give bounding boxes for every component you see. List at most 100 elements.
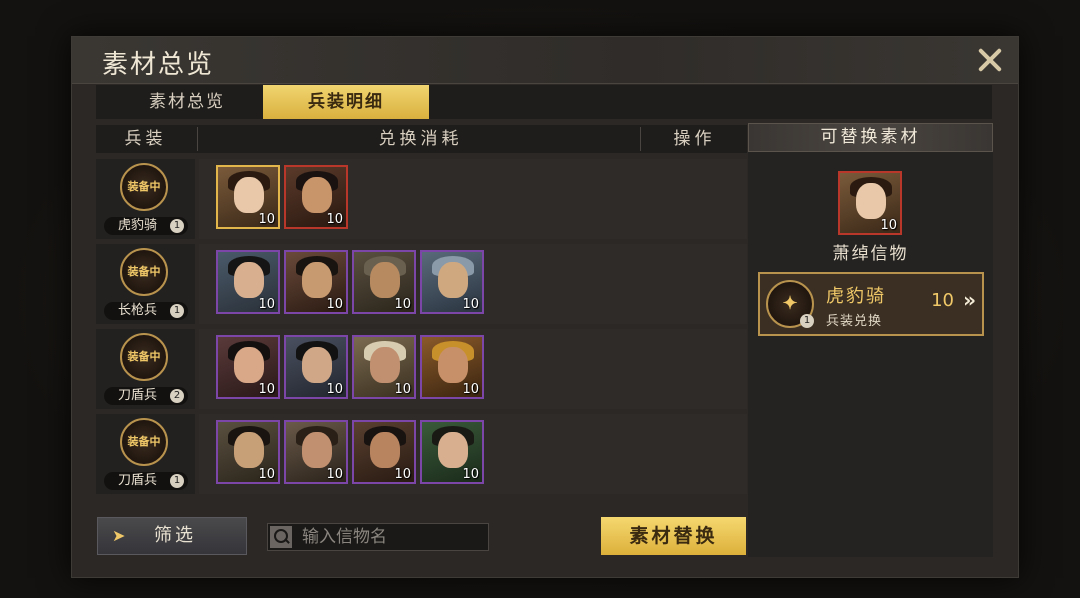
search-icon[interactable] [270,526,292,548]
portrait-face [856,183,886,219]
search-input[interactable] [302,524,482,550]
general-portrait[interactable]: 10 [284,335,348,399]
portrait-level: 10 [462,382,479,397]
equipment-name-badge: 刀盾兵 1 [104,472,188,490]
general-portrait[interactable]: 10 [284,250,348,314]
tab-equipment-detail[interactable]: 兵装明细 [263,85,429,119]
equipment-name-badge: 虎豹骑 1 [104,217,188,235]
portrait-face [370,262,400,298]
portrait-face [438,262,468,298]
equipped-label: 装备中 [127,180,161,193]
title-bar: 素材总览 [72,37,1018,84]
filter-label: 筛选 [154,525,196,546]
cost-cell: 10 10 重铸 [199,159,831,239]
tab-material-overview[interactable]: 素材总览 [104,85,270,119]
cost-cell: 10 10 10 10 重铸 [199,244,831,324]
general-portrait[interactable]: 10 [284,165,348,229]
general-portrait[interactable]: 10 [420,335,484,399]
portrait-face [302,432,332,468]
portrait-level: 10 [462,297,479,312]
portrait-level: 10 [394,297,411,312]
general-portrait[interactable]: 10 [420,420,484,484]
equipment-name: 长枪兵 [118,303,158,318]
equipped-label: 装备中 [127,350,161,363]
portrait-face [370,347,400,383]
portrait-level: 10 [258,467,275,482]
portrait-level: 10 [326,212,343,227]
material-overview-panel: 素材总览 素材总览 兵装明细 兵装 兑换消耗 操作 装备中 虎豹骑 1 10 1… [71,36,1019,578]
featured-token-portrait[interactable]: 10 [838,171,902,235]
equipment-count: 1 [170,219,184,233]
equipment-table: 兵装 兑换消耗 操作 装备中 虎豹骑 1 10 10 装备中 长枪兵 1 10 … [96,125,831,513]
equipment-cell: 装备中 刀盾兵 1 [96,414,195,494]
portrait-level: 10 [326,467,343,482]
equipment-name: 刀盾兵 [118,388,158,403]
equipment-emblem-icon[interactable]: 装备中 [120,248,168,296]
header-divider [197,127,198,151]
portrait-level: 10 [326,382,343,397]
portrait-level: 10 [258,382,275,397]
equipment-exchange-card[interactable]: ✦ 1 虎豹骑 兵装兑换 10 » [758,272,984,336]
card-subtitle: 兵装兑换 [826,314,883,329]
equipment-name: 虎豹骑 [118,218,158,233]
equipment-count: 2 [170,389,184,403]
general-portrait[interactable]: 10 [216,420,280,484]
equipment-name: 刀盾兵 [118,473,158,488]
equipment-emblem-icon[interactable]: 装备中 [120,418,168,466]
header-action: 操作 [673,129,716,149]
portrait-level: 10 [258,212,275,227]
portrait-level: 10 [326,297,343,312]
cost-cell: 10 10 10 10 重铸 [199,414,831,494]
portrait-face [438,347,468,383]
header-divider [640,127,641,151]
general-portrait[interactable]: 10 [216,250,280,314]
card-count: 1 [800,314,814,328]
general-portrait[interactable]: 10 [284,420,348,484]
search-box [267,523,489,551]
general-portrait[interactable]: 10 [352,250,416,314]
equipment-emblem-icon[interactable]: 装备中 [120,163,168,211]
general-portrait[interactable]: 10 [352,420,416,484]
featured-token-name: 萧绰信物 [832,244,909,264]
card-quantity: 10 [931,290,954,311]
portrait-face [370,432,400,468]
arrow-icon: ➤ [112,526,129,545]
equipment-name-badge: 长枪兵 1 [104,302,188,320]
equipment-cell: 装备中 虎豹骑 1 [96,159,195,239]
portrait-level: 10 [394,467,411,482]
table-row: 装备中 刀盾兵 2 10 10 10 10 [96,329,831,409]
portrait-level: 10 [394,382,411,397]
header-equipment: 兵装 [124,129,167,149]
portrait-face [438,432,468,468]
equipment-cell: 装备中 刀盾兵 2 [96,329,195,409]
portrait-level: 10 [258,297,275,312]
equipped-label: 装备中 [127,435,161,448]
close-icon[interactable] [972,43,1006,77]
equipment-cell: 装备中 长枪兵 1 [96,244,195,324]
portrait-face [234,262,264,298]
portrait-level: 10 [880,218,897,233]
general-portrait[interactable]: 10 [216,335,280,399]
cost-cell: 10 10 10 10 重铸 [199,329,831,409]
card-title: 虎豹骑 [826,286,886,307]
portrait-face [302,177,332,213]
table-row: 装备中 刀盾兵 1 10 10 10 10 [96,414,831,494]
equipment-emblem-icon[interactable]: 装备中 [120,333,168,381]
equipment-name-badge: 刀盾兵 2 [104,387,188,405]
replaceable-header: 可替换素材 [748,123,993,152]
portrait-face [302,262,332,298]
portrait-face [234,347,264,383]
general-portrait[interactable]: 10 [352,335,416,399]
double-chevron-icon: » [963,288,976,312]
replace-material-button[interactable]: 素材替换 [601,517,746,555]
portrait-inner: 10 [840,173,900,233]
window-title: 素材总览 [102,50,215,80]
portrait-face [234,432,264,468]
equipment-count: 1 [170,474,184,488]
table-header: 兵装 兑换消耗 操作 [96,125,747,153]
general-portrait[interactable]: 10 [420,250,484,314]
general-portrait[interactable]: 10 [216,165,280,229]
table-row: 装备中 长枪兵 1 10 10 10 10 [96,244,831,324]
filter-button[interactable]: ➤ 筛选 [97,517,247,555]
table-row: 装备中 虎豹骑 1 10 10 重铸 [96,159,831,239]
